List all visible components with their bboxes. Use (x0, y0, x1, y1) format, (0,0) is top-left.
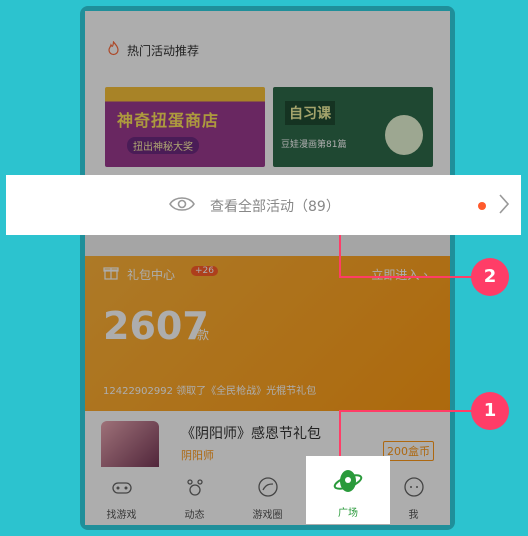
tab-label: 动态 (184, 510, 205, 521)
new-dot-indicator (478, 202, 486, 210)
chevron-right-icon (499, 194, 510, 214)
tab-label: 广场 (338, 508, 358, 519)
step-marker-1: 1 (471, 392, 509, 430)
phone-frame: 热门活动推荐 神奇扭蛋商店 扭出神秘大奖 自习课 豆娃漫画第81篇 礼包中心 +… (80, 6, 455, 530)
gift-item-game: 阴阳师 (181, 449, 214, 462)
mascot-image (385, 115, 423, 155)
connector-line-2-horizontal (339, 276, 473, 278)
gift-list-item[interactable]: 《阴阳师》感恩节礼包 阴阳师 200盒币 (85, 411, 450, 479)
tab-find-games[interactable]: 找游戏 (85, 467, 158, 525)
banner-row: 神奇扭蛋商店 扭出神秘大奖 自习课 豆娃漫画第81篇 (85, 81, 450, 177)
gift-center-title: 礼包中心 (127, 268, 176, 282)
banner-subtitle: 扭出神秘大奖 (127, 137, 199, 154)
view-all-activities-bar[interactable]: 查看全部活动（89） (6, 175, 521, 235)
banner-subtitle: 豆娃漫画第81篇 (281, 140, 347, 150)
connector-line-1-horizontal (339, 410, 473, 412)
connector-line-2-vertical (339, 235, 341, 277)
bottom-tabbar: 找游戏 动态 游戏圈 我 (85, 467, 450, 525)
gift-count-badge: +26 (191, 266, 218, 276)
flame-icon (108, 41, 119, 56)
planet-icon (333, 470, 363, 492)
paw-icon (186, 479, 203, 496)
gift-total-unit: 款 (197, 328, 210, 342)
app-screen: 热门活动推荐 神奇扭蛋商店 扭出神秘大奖 自习课 豆娃漫画第81篇 礼包中心 +… (85, 11, 450, 525)
gift-center-panel[interactable]: 礼包中心 +26 立即进入 › 2607 款 12422902992 领取了《全… (85, 256, 450, 411)
gift-item-title: 《阴阳师》感恩节礼包 (181, 426, 321, 442)
circle-icon (257, 477, 278, 497)
tab-plaza[interactable]: 广场 (306, 456, 390, 524)
gift-enter-link[interactable]: 立即进入 › (371, 266, 428, 283)
hot-activities-title: 热门活动推荐 (127, 44, 200, 58)
tab-game-circle[interactable]: 游戏圈 (231, 467, 304, 525)
banner-title: 神奇扭蛋商店 (117, 111, 220, 130)
gift-claim-log: 12422902992 领取了《全民枪战》光棍节礼包 (103, 386, 317, 397)
gift-item-price[interactable]: 200盒币 (383, 441, 434, 461)
gamepad-icon (111, 482, 132, 494)
eye-icon (169, 197, 195, 211)
tab-label: 游戏圈 (252, 510, 283, 521)
banner-gacha-shop[interactable]: 神奇扭蛋商店 扭出神秘大奖 (105, 87, 265, 167)
tab-label: 我 (408, 510, 419, 521)
gift-enter-label: 立即进入 (371, 268, 420, 282)
step-marker-2: 2 (471, 258, 509, 296)
tab-label: 找游戏 (106, 510, 137, 521)
gift-icon (103, 267, 119, 280)
banner-study-class[interactable]: 自习课 豆娃漫画第81篇 (273, 87, 433, 167)
gift-total-count: 2607 (103, 304, 209, 348)
view-all-activities-label: 查看全部活动（89） (210, 199, 340, 215)
tab-feed[interactable]: 动态 (158, 467, 231, 525)
banner-title: 自习课 (285, 101, 335, 125)
face-icon (403, 477, 424, 497)
connector-line-1-vertical (339, 410, 341, 456)
hot-activities-header: 热门活动推荐 (85, 11, 450, 81)
